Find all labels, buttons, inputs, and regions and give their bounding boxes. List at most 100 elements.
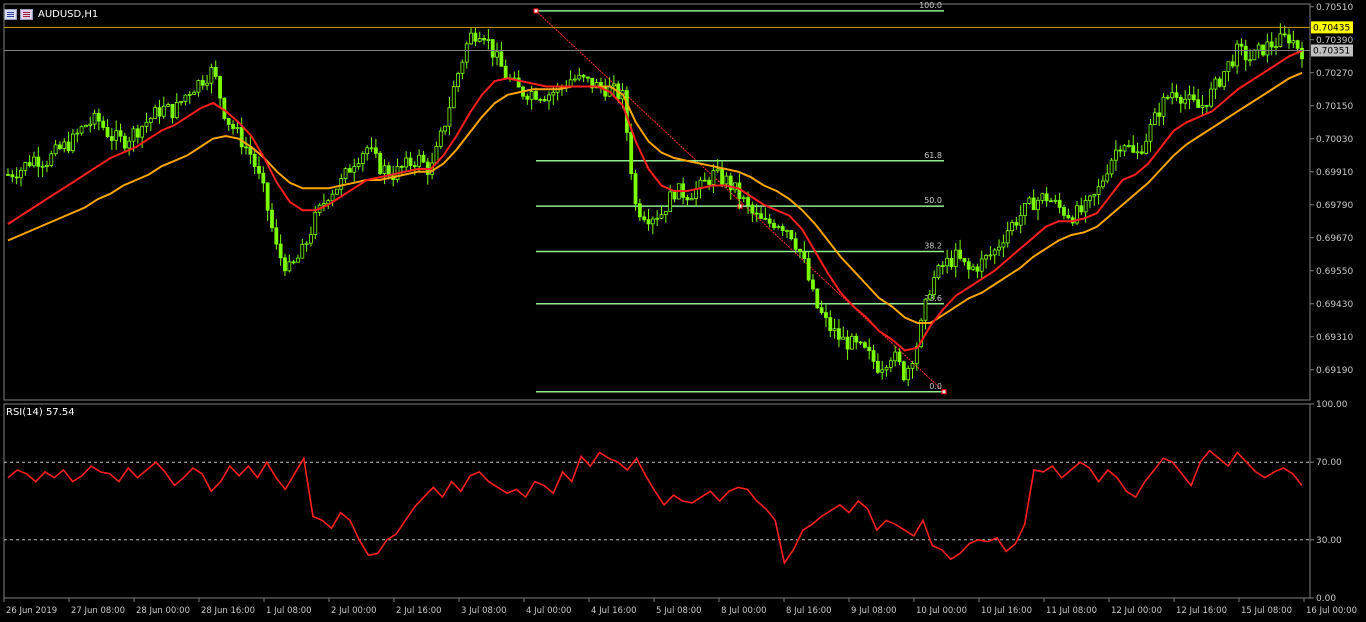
candle-body	[577, 74, 582, 80]
candle-body	[1174, 92, 1179, 98]
candle-body	[828, 317, 833, 332]
candle-body	[685, 197, 690, 201]
candle-body	[469, 32, 473, 45]
candle-body	[157, 107, 162, 117]
chart-frame	[3, 3, 1311, 599]
candle-body	[179, 101, 184, 103]
candle-body	[1049, 200, 1053, 203]
candle-body	[499, 51, 504, 67]
candle-body	[611, 83, 616, 87]
candle-body	[1243, 45, 1248, 61]
candle-body	[789, 230, 794, 240]
candle-body	[287, 261, 292, 272]
candle-body	[646, 219, 651, 225]
candle-body	[62, 141, 67, 149]
candle-body	[1200, 104, 1205, 108]
candle-body	[927, 294, 932, 300]
candle-body	[114, 130, 119, 141]
candle-body	[1222, 71, 1227, 87]
candle-body	[378, 152, 383, 174]
candle-body	[1114, 149, 1118, 161]
price-tick-label: 0.69790	[1316, 201, 1353, 211]
candle-body	[819, 307, 824, 314]
candle-body	[231, 123, 235, 130]
candle-body	[417, 154, 422, 167]
candle-body	[1126, 145, 1131, 147]
candle-body	[356, 163, 361, 167]
candle-body	[1217, 78, 1222, 87]
candle-body	[1131, 145, 1136, 153]
candle-body	[1239, 43, 1244, 47]
candle-body	[1083, 199, 1088, 213]
candle-body	[858, 341, 863, 344]
candle-body	[1109, 159, 1114, 175]
candle-body	[689, 198, 694, 201]
candle-body	[335, 188, 339, 195]
price-marker-label: 0.70351	[1313, 46, 1350, 56]
candle-body	[283, 257, 287, 272]
candle-body	[841, 336, 846, 340]
candle-body	[482, 38, 486, 41]
candle-body	[1300, 47, 1304, 60]
candle-body	[75, 132, 80, 135]
candle-body	[456, 73, 460, 88]
candle-body	[32, 156, 36, 167]
candle-body	[1170, 92, 1175, 99]
candle-body	[1135, 151, 1140, 154]
time-axis: 26 Jun 2019 27 Jun 08:00 28 Jun 00:00 28 Ju…	[3, 598, 1357, 616]
candle-body	[36, 156, 41, 167]
time-tick-label: 11 Jul 08:00	[1046, 606, 1097, 616]
candle-body	[992, 249, 997, 256]
candle-body	[1295, 40, 1300, 49]
price-tick-label: 0.70270	[1316, 69, 1353, 79]
candle-body	[27, 162, 32, 167]
candle-body	[1005, 230, 1010, 244]
candle-body	[767, 218, 772, 224]
candle-body	[1139, 151, 1144, 154]
moving-averages	[7, 49, 1303, 352]
candle-body	[490, 39, 495, 58]
candle-body	[105, 127, 110, 137]
candle-body	[772, 222, 776, 229]
candle-body	[503, 65, 508, 79]
candle-body	[906, 367, 911, 381]
rsi-label: RSI(14) 57.54	[6, 407, 75, 418]
candle-body	[183, 94, 188, 102]
candle-body	[672, 191, 677, 200]
candle-body	[6, 174, 10, 176]
candle-body	[399, 166, 404, 168]
fib-level-label: 38.2	[924, 242, 942, 251]
candle-body	[793, 238, 798, 250]
time-tick-label: 9 Jul 08:00	[851, 606, 897, 616]
candle-body	[166, 104, 171, 107]
candle-body	[1230, 61, 1235, 67]
candle-body	[291, 261, 296, 264]
price-tick-label: 0.70030	[1316, 135, 1353, 145]
price-marker-label: 0.70435	[1313, 23, 1350, 33]
candle-body	[1204, 104, 1209, 107]
candle-body	[261, 172, 266, 184]
candle-body	[655, 217, 660, 220]
candle-body	[785, 230, 789, 232]
candle-body	[1101, 180, 1105, 188]
candle-body	[1105, 173, 1110, 182]
candle-body	[451, 86, 456, 109]
candle-body	[161, 105, 166, 117]
candle-body	[1122, 145, 1127, 152]
candle-body	[1001, 242, 1006, 248]
ma-red-line	[7, 49, 1303, 352]
candle-body	[1252, 49, 1257, 61]
candle-body	[637, 203, 642, 218]
candle-body	[257, 166, 261, 174]
chart-canvas[interactable]: 100.061.850.038.223.60.0 0.704350.70351 …	[0, 0, 1366, 622]
candle-body	[1036, 199, 1040, 211]
candle-body	[144, 121, 149, 127]
candle-body	[1187, 94, 1192, 100]
candle-body	[1053, 199, 1058, 202]
candle-body	[309, 234, 313, 244]
candle-body	[746, 197, 750, 206]
candle-body	[850, 335, 854, 350]
candle-body	[702, 179, 707, 182]
time-tick-label: 15 Jul 08:00	[1241, 606, 1292, 616]
candle-body	[1152, 112, 1157, 125]
